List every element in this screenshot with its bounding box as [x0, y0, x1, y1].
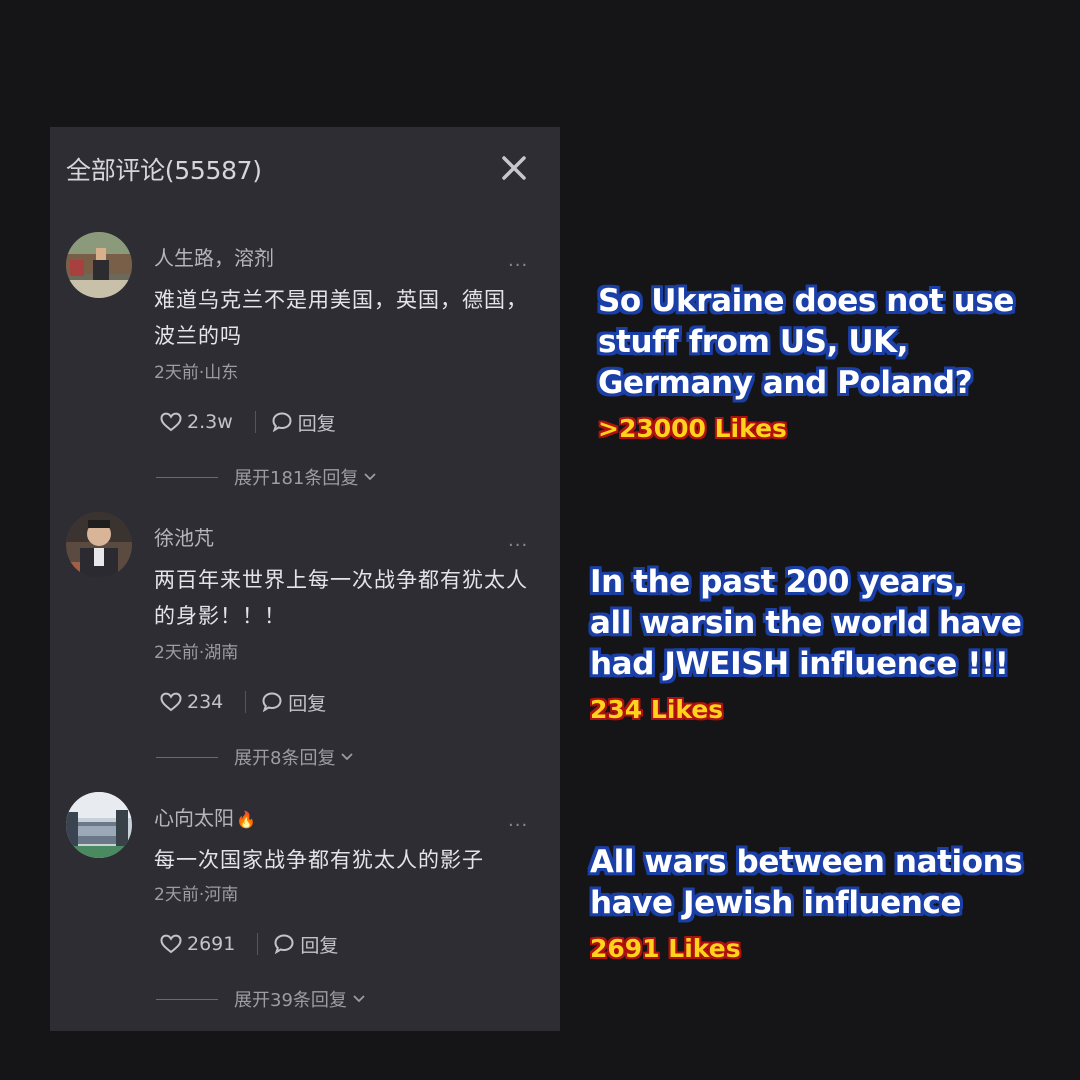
comment-text: 两百年来世界上每一次战争都有犹太人的身影！！！ — [154, 568, 528, 628]
like-count: 234 — [187, 691, 224, 713]
expand-replies[interactable]: 展开39条回复 — [156, 986, 366, 1012]
caption-translation: All wars between nations have Jewish inf… — [590, 844, 1023, 921]
comments-panel: 全部评论(55587) 人生路，溶剂 ... 难道乌克兰不是用美国，英国，德国，… — [50, 127, 560, 1031]
like-count: 2691 — [187, 933, 236, 955]
fire-emoji: 🔥 — [236, 810, 256, 829]
reply-label: 回复 — [288, 692, 327, 715]
expand-line — [156, 756, 218, 758]
comment-username[interactable]: 徐池芃 — [154, 522, 214, 551]
comment-meta: 2天前·湖南 — [154, 643, 239, 663]
comment-meta: 2天前·河南 — [154, 885, 239, 905]
reply-button[interactable]: 回复 — [271, 409, 336, 436]
comment-actions: 234 回复 — [160, 688, 326, 716]
caption-likes: 2691 Likes — [590, 934, 741, 963]
reply-label: 回复 — [297, 412, 336, 435]
comment-bubble-icon — [274, 934, 294, 955]
avatar[interactable] — [66, 792, 132, 858]
comment-bubble-icon — [262, 692, 282, 713]
like-button[interactable]: 234 — [160, 691, 223, 713]
chevron-down-icon — [364, 473, 376, 481]
caption-2: In the past 200 years, all warsin the wo… — [590, 562, 1022, 724]
comment-username[interactable]: 心向太阳 🔥 — [154, 802, 256, 831]
more-icon[interactable]: ... — [508, 250, 528, 271]
more-icon[interactable]: ... — [508, 810, 528, 831]
comment-bubble-icon — [272, 412, 292, 433]
comment-meta: 2天前·山东 — [154, 363, 239, 383]
heart-icon — [160, 412, 182, 432]
comment-actions: 2.3w 回复 — [160, 408, 336, 436]
chevron-down-icon — [353, 995, 365, 1003]
heart-icon — [160, 934, 182, 954]
comment-text: 难道乌克兰不是用美国，英国，德国，波兰的吗 — [154, 288, 528, 348]
comment-actions: 2691 回复 — [160, 930, 338, 958]
caption-likes: 234 Likes — [590, 695, 724, 724]
expand-replies[interactable]: 展开181条回复 — [156, 464, 377, 490]
like-button[interactable]: 2.3w — [160, 411, 233, 433]
reply-label: 回复 — [300, 934, 339, 957]
expand-label: 展开8条回复 — [234, 748, 336, 769]
caption-translation: In the past 200 years, all warsin the wo… — [590, 564, 1022, 682]
close-icon — [502, 156, 526, 180]
divider — [254, 411, 256, 433]
more-icon[interactable]: ... — [508, 530, 528, 551]
avatar[interactable] — [66, 232, 132, 298]
caption-translation: So Ukraine does not use stuff from US, U… — [598, 283, 1015, 401]
reply-button[interactable]: 回复 — [273, 931, 338, 958]
comment-text: 每一次国家战争都有犹太人的影子 — [154, 848, 484, 872]
avatar[interactable] — [66, 512, 132, 578]
expand-line — [156, 998, 218, 1000]
expand-replies[interactable]: 展开8条回复 — [156, 744, 354, 770]
divider — [245, 691, 247, 713]
like-count: 2.3w — [187, 411, 233, 433]
like-button[interactable]: 2691 — [160, 933, 235, 955]
expand-line — [156, 476, 218, 478]
caption-1: So Ukraine does not use stuff from US, U… — [598, 281, 1014, 443]
close-button[interactable] — [495, 149, 533, 187]
divider — [257, 933, 259, 955]
expand-label: 展开181条回复 — [234, 468, 359, 489]
comment-username-text: 心向太阳 — [154, 806, 234, 830]
caption-3: All wars between nations have Jewish inf… — [590, 842, 1023, 963]
caption-likes: >23000 Likes — [598, 414, 787, 443]
panel-title: 全部评论(55587) — [66, 156, 262, 185]
reply-button[interactable]: 回复 — [261, 689, 326, 716]
chevron-down-icon — [341, 753, 354, 761]
heart-icon — [160, 692, 182, 712]
comment-username[interactable]: 人生路，溶剂 — [154, 242, 274, 271]
expand-label: 展开39条回复 — [234, 990, 347, 1011]
